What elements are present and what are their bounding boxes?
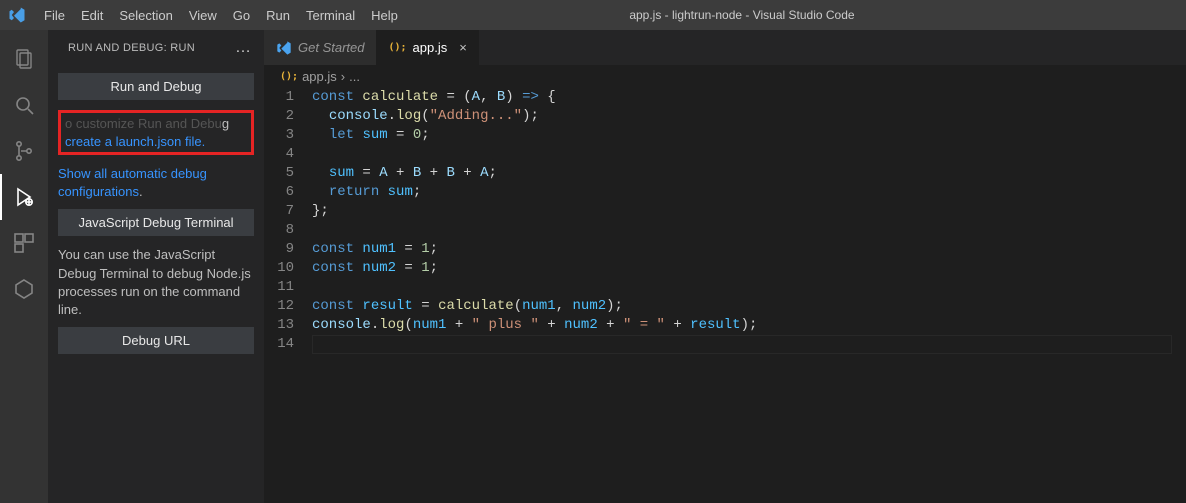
code-editor[interactable]: 1234567891011121314 const calculate = (A… xyxy=(264,88,1186,503)
js-icon: (); xyxy=(388,42,406,53)
tab-get-started[interactable]: Get Started xyxy=(264,30,376,65)
sidebar-title: RUN AND DEBUG: RUN … xyxy=(48,30,264,65)
menu-help[interactable]: Help xyxy=(363,4,406,27)
line-number-gutter: 1234567891011121314 xyxy=(264,88,312,503)
js-icon: (); xyxy=(280,71,298,82)
create-launch-json-link[interactable]: create a launch.json file. xyxy=(65,133,247,151)
breadcrumbs[interactable]: (); app.js › ... xyxy=(264,65,1186,88)
activity-extensions[interactable] xyxy=(0,220,48,266)
menu-selection[interactable]: Selection xyxy=(111,4,180,27)
editor-area: Get Started (); app.js × (); app.js › ..… xyxy=(264,30,1186,503)
activity-explorer[interactable] xyxy=(0,36,48,82)
activity-hex[interactable] xyxy=(0,266,48,312)
editor-scrollbar[interactable] xyxy=(1172,88,1186,503)
menu-file[interactable]: File xyxy=(36,4,73,27)
run-debug-sidebar: RUN AND DEBUG: RUN … Run and Debug o cus… xyxy=(48,30,264,503)
activity-search[interactable] xyxy=(0,82,48,128)
breadcrumb-sep: › xyxy=(341,69,345,84)
title-bar: File Edit Selection View Go Run Terminal… xyxy=(0,0,1186,30)
menu-edit[interactable]: Edit xyxy=(73,4,111,27)
window-title: app.js - lightrun-node - Visual Studio C… xyxy=(406,8,1178,22)
breadcrumb-tail: ... xyxy=(349,69,360,84)
show-all-configs-text: Show all automatic debug configurations. xyxy=(58,165,254,201)
editor-tabs: Get Started (); app.js × xyxy=(264,30,1186,65)
js-debug-terminal-button[interactable]: JavaScript Debug Terminal xyxy=(58,209,254,236)
sidebar-title-text: RUN AND DEBUG: RUN xyxy=(68,42,195,54)
activity-run-debug[interactable] xyxy=(0,174,48,220)
menu-go[interactable]: Go xyxy=(225,4,258,27)
activity-source-control[interactable] xyxy=(0,128,48,174)
js-debug-terminal-help-text: You can use the JavaScript Debug Termina… xyxy=(58,246,254,319)
tab-label: Get Started xyxy=(298,40,364,55)
tab-label: app.js xyxy=(413,40,448,55)
menu-bar: File Edit Selection View Go Run Terminal… xyxy=(36,4,406,27)
menu-terminal[interactable]: Terminal xyxy=(298,4,363,27)
menu-run[interactable]: Run xyxy=(258,4,298,27)
tab-app-js[interactable]: (); app.js × xyxy=(376,30,478,65)
code-content[interactable]: const calculate = (A, B) => { console.lo… xyxy=(312,88,1172,503)
more-actions-icon[interactable]: … xyxy=(235,39,252,57)
vscode-icon xyxy=(276,40,292,56)
menu-view[interactable]: View xyxy=(181,4,225,27)
activity-bar xyxy=(0,30,48,503)
customize-debug-text: o customize Run and Debug create a launc… xyxy=(58,110,254,155)
show-all-configs-link[interactable]: Show all automatic debug configurations xyxy=(58,166,207,199)
debug-url-button[interactable]: Debug URL xyxy=(58,327,254,354)
run-and-debug-button[interactable]: Run and Debug xyxy=(58,73,254,100)
close-tab-icon[interactable]: × xyxy=(459,40,467,55)
breadcrumb-file: app.js xyxy=(302,69,337,84)
vscode-logo-icon xyxy=(8,6,26,24)
